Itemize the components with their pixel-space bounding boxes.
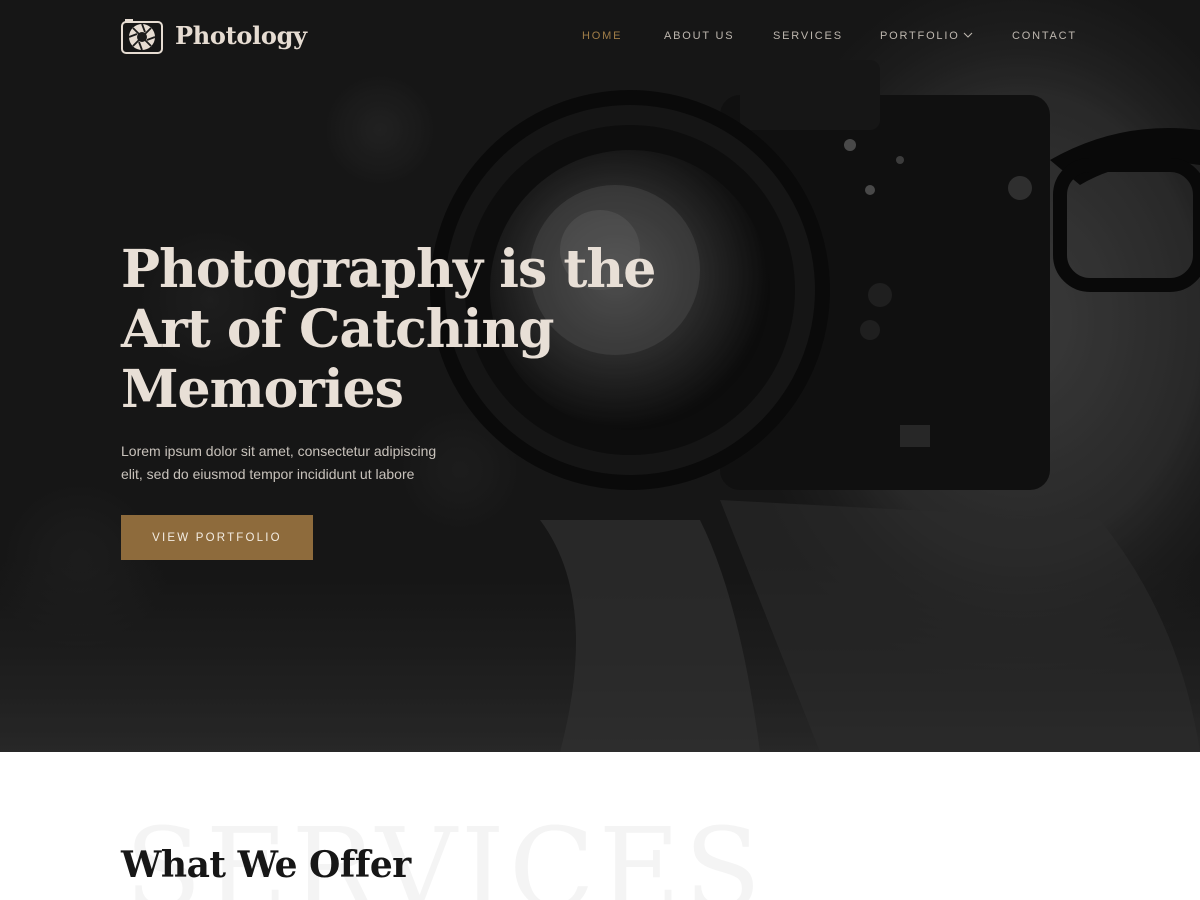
hero-title-line: Art of Catching [121,299,555,360]
hero-title-line: Memories [121,359,404,420]
nav-item-services[interactable]: SERVICES [773,30,843,42]
view-portfolio-button[interactable]: VIEW PORTFOLIO [121,515,313,560]
nav-item-portfolio-label: PORTFOLIO [880,30,960,42]
chevron-down-icon [963,32,972,38]
nav-item-portfolio[interactable]: PORTFOLIO [880,30,973,42]
site-header: Photology HOME ABOUT US SERVICES PORTFOL… [0,0,1200,75]
hero-description: Lorem ipsum dolor sit amet, consectetur … [121,443,437,482]
nav-item-contact[interactable]: CONTACT [1012,30,1077,42]
nav-item-home[interactable]: HOME [582,30,622,42]
main-nav: HOME ABOUT US SERVICES PORTFOLIO CONTACT [0,30,1200,46]
services-title: What We Offer [121,844,411,886]
hero-title: Photography is the Art of Catching Memor… [121,239,656,420]
hero-title-line: Photography is the [121,239,656,300]
nav-item-about-us[interactable]: ABOUT US [664,30,734,42]
services-section: SERVICES What We Offer [0,752,1200,900]
